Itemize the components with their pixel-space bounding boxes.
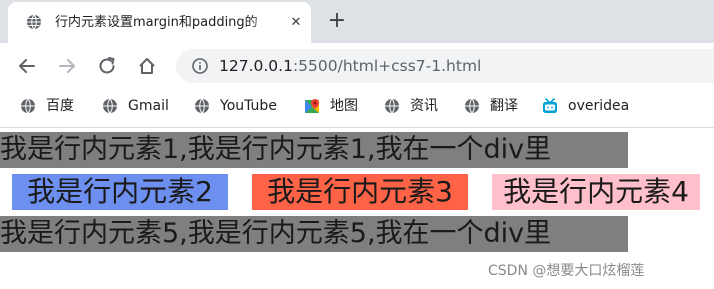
- globe-icon: [27, 14, 41, 30]
- new-tab-button[interactable]: +: [326, 10, 348, 32]
- inline-element-2: 我是行内元素2: [12, 174, 228, 210]
- forward-arrow-icon[interactable]: [56, 55, 78, 77]
- tv-icon: [543, 98, 557, 113]
- info-icon[interactable]: [192, 58, 208, 74]
- home-icon[interactable]: [136, 55, 158, 77]
- globe-icon: [103, 98, 117, 114]
- bookmark-label: YouTube: [220, 98, 277, 114]
- globe-icon: [465, 98, 479, 114]
- browser-chrome: 行内元素设置margin和padding的 ✕ + 127.0.0.1:5500…: [0, 0, 714, 128]
- url-text[interactable]: 127.0.0.1:5500/html+css7-1.html: [219, 56, 481, 76]
- back-arrow-icon[interactable]: [16, 55, 38, 77]
- watermark-text: CSDN @想要大口炫榴莲: [488, 263, 645, 279]
- bookmarks-bar: 百度 Gmail YouTube 地图 资讯 翻译 overidea: [0, 89, 714, 125]
- toolbar: 127.0.0.1:5500/html+css7-1.html: [0, 43, 714, 89]
- inline-element-1: 我是行内元素1,我是行内元素1,我在一个div里: [0, 132, 628, 168]
- bookmark-label: 地图: [330, 98, 358, 114]
- bookmark-label: 翻译: [490, 98, 518, 114]
- reload-icon[interactable]: [96, 55, 118, 77]
- bookmark-label: Gmail: [128, 98, 169, 114]
- address-bar[interactable]: 127.0.0.1:5500/html+css7-1.html: [176, 49, 714, 83]
- globe-icon: [195, 98, 209, 114]
- url-host: 127.0.0.1: [219, 57, 293, 75]
- bookmark-label: overidea: [568, 98, 630, 114]
- maps-icon: [305, 99, 319, 113]
- globe-icon: [21, 98, 35, 114]
- inline-element-4: 我是行内元素4: [492, 174, 700, 210]
- bookmark-label: 资讯: [410, 98, 438, 114]
- close-icon[interactable]: ✕: [288, 15, 304, 31]
- tab-title: 行内元素设置margin和padding的: [55, 15, 258, 30]
- globe-icon: [385, 98, 399, 114]
- bookmark-label: 百度: [46, 98, 74, 114]
- inline-element-5: 我是行内元素5,我是行内元素5,我在一个div里: [0, 216, 628, 252]
- inline-element-3: 我是行内元素3: [252, 174, 468, 210]
- tab-strip: 行内元素设置margin和padding的 ✕ +: [0, 0, 714, 43]
- tab-active[interactable]: 行内元素设置margin和padding的 ✕: [8, 2, 311, 43]
- url-path: :5500/html+css7-1.html: [292, 57, 482, 75]
